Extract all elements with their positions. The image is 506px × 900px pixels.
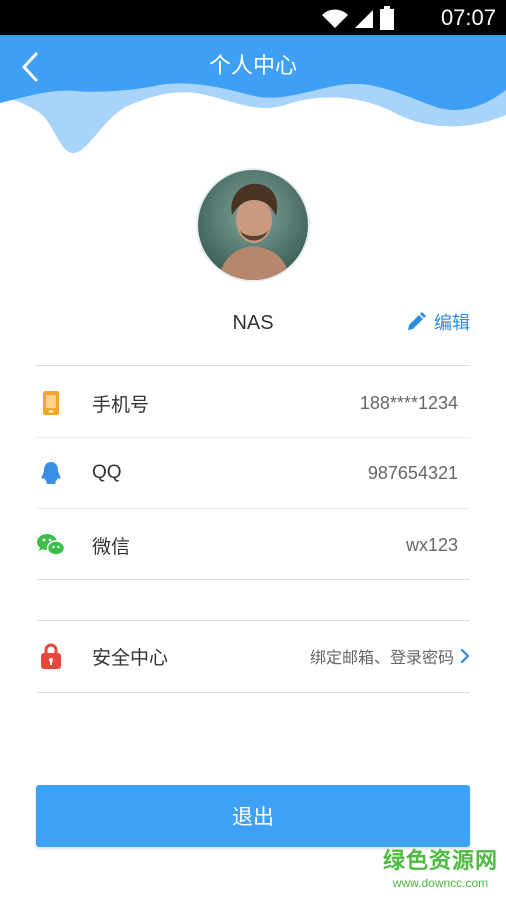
phone-label: 手机号 (92, 393, 150, 416)
lock-icon (41, 643, 61, 669)
logout-button[interactable]: 退出 (36, 785, 470, 847)
divider (36, 508, 470, 509)
pencil-icon (408, 312, 426, 330)
security-row[interactable]: 安全中心 绑定邮箱、登录密码 (36, 621, 470, 691)
wifi-icon (322, 9, 348, 28)
status-time: 07:07 (440, 5, 496, 30)
row-icon-wrap (30, 461, 72, 485)
wechat-icon (37, 534, 65, 556)
chevron-right-icon (460, 648, 470, 664)
phone-row[interactable]: 手机号 188****1234 (36, 368, 470, 438)
edit-button[interactable]: 编辑 (406, 309, 470, 335)
qq-label: QQ (92, 462, 122, 483)
qq-value: 987654321 (367, 462, 458, 483)
divider (36, 692, 470, 693)
edit-label: 编辑 (434, 313, 470, 334)
watermark-url: www.downcc.com (392, 876, 489, 890)
avatar-photo (198, 170, 308, 280)
divider (36, 579, 470, 580)
phone-value: 188****1234 (359, 392, 458, 413)
wechat-label: 微信 (92, 535, 131, 558)
status-bar: 07:07 (0, 0, 506, 35)
row-icon-wrap (30, 391, 72, 415)
battery-icon (380, 6, 394, 30)
watermark: 绿色资源网 www.downcc.com (383, 848, 498, 890)
security-value: 绑定邮箱、登录密码 (309, 648, 454, 667)
page-title: 个人中心 (208, 54, 297, 79)
wechat-value: wx123 (405, 534, 458, 555)
security-label: 安全中心 (92, 646, 169, 669)
watermark-title: 绿色资源网 (382, 849, 498, 874)
divider (36, 365, 470, 366)
wechat-row[interactable]: 微信 wx123 (36, 510, 470, 580)
phone-icon (43, 391, 59, 415)
row-icon-wrap (30, 643, 72, 669)
avatar[interactable] (196, 168, 310, 282)
qq-icon (41, 462, 61, 484)
signal-icon (355, 10, 373, 28)
status-icons (320, 6, 394, 30)
qq-row[interactable]: QQ 987654321 (36, 438, 470, 508)
row-icon-wrap (30, 534, 72, 556)
header: 个人中心 (0, 35, 506, 160)
